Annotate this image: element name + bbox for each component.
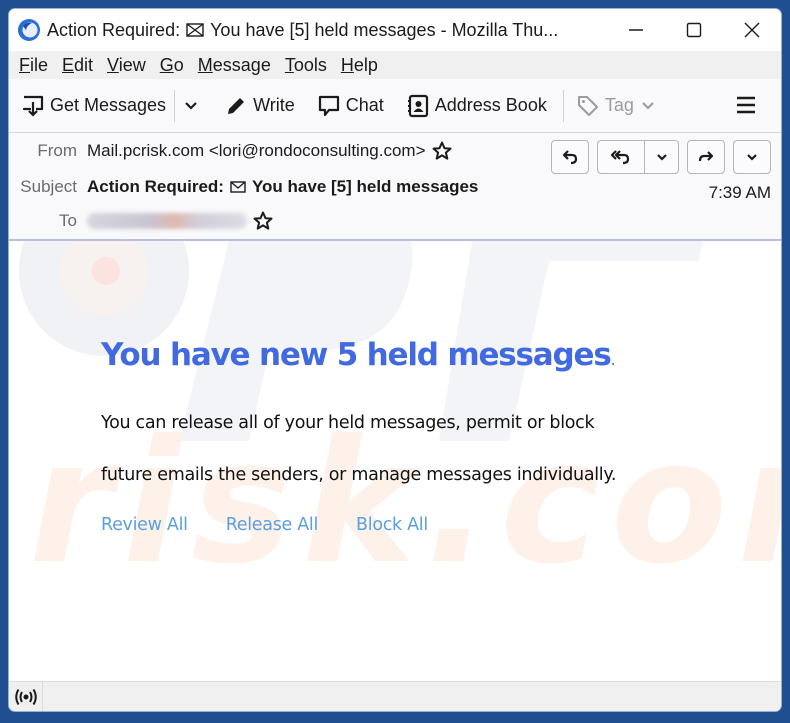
chat-button[interactable]: Chat [317,94,384,118]
release-all-link[interactable]: Release All [226,515,319,535]
message-actions [543,140,771,174]
reply-button[interactable] [551,140,589,174]
title-bar: Action Required: You have [5] held messa… [9,9,781,51]
email-content: You have new 5 held messages. You can re… [101,337,617,535]
to-value-redacted[interactable] [87,213,247,229]
message-header: From Mail.pcrisk.com <lori@rondoconsulti… [9,133,781,241]
tag-icon [577,95,598,116]
subject-prefix: Action Required: [87,177,224,196]
envelope-icon [230,181,246,193]
write-label: Write [253,95,295,115]
menu-label: ools [293,54,327,75]
forward-icon [698,151,714,162]
menu-label: dit [74,54,94,75]
to-row: To [9,211,273,231]
chevron-down-icon [185,101,197,110]
maximize-icon [686,22,702,38]
tag-button[interactable]: Tag [576,94,661,118]
envelope-icon [186,23,204,37]
get-messages-label: Get Messages [50,95,167,115]
thunderbird-window: Action Required: You have [5] held messa… [8,8,782,712]
toolbar-separator [174,89,176,122]
online-status-button[interactable] [9,681,43,711]
menu-go[interactable]: Go [160,55,184,76]
close-button[interactable] [723,9,781,51]
chat-label: Chat [345,95,384,115]
message-date: 7:39 AM [708,183,771,202]
menu-bar: File Edit View Go Message Tools Help [9,51,781,79]
menu-label: o [173,54,184,75]
from-label: From [37,141,77,160]
get-messages-button[interactable]: Get Messages [21,94,166,118]
title-prefix: Action Required: [47,19,181,40]
minimize-icon [629,29,643,31]
email-action-links: Review All Release All Block All [101,515,616,535]
get-messages-icon [22,95,44,117]
block-all-link[interactable]: Block All [356,515,428,535]
reply-all-button[interactable] [598,141,644,173]
menu-label: essage [212,54,271,75]
subject-suffix: You have [5] held messages [251,177,479,196]
menu-accel: H [340,54,354,75]
menu-accel: F [19,54,30,75]
menu-accel: V [107,54,119,75]
menu-help[interactable]: Help [341,55,378,76]
maximize-button[interactable] [665,9,723,51]
message-body: risk.com You have new 5 held messages. Y… [9,241,781,681]
to-label: To [59,211,77,230]
email-paragraph-1: You can release all of your held message… [101,413,595,433]
chevron-down-icon [747,154,757,161]
star-icon[interactable] [432,141,452,161]
toolbar-separator [562,89,564,122]
email-headline: You have new 5 held messages. [101,337,616,373]
menu-tools[interactable]: Tools [285,55,327,76]
from-value[interactable]: Mail.pcrisk.com <lori@rondoconsulting.co… [87,141,426,161]
subject-row: Subject Action Required: You have [5] he… [9,177,478,197]
chat-icon [318,95,339,116]
address-book-icon [407,94,428,117]
main-toolbar: Get Messages Write Chat Address Book Tag [9,79,781,133]
subject-label: Subject [20,177,77,196]
tag-label: Tag [604,95,634,115]
reply-icon [562,150,578,165]
chevron-down-icon [642,101,654,109]
minimize-button[interactable] [607,9,665,51]
menu-file[interactable]: File [19,55,48,76]
address-book-label: Address Book [434,95,547,115]
review-all-link[interactable]: Review All [101,515,188,535]
reply-all-icon [610,150,630,165]
status-bar [9,681,781,711]
title-suffix: You have [5] held messages - Mozilla Thu… [210,19,559,40]
menu-label: ile [30,54,49,75]
from-row: From Mail.pcrisk.com <lori@rondoconsulti… [9,141,452,161]
menu-accel: G [159,54,174,75]
email-paragraph-2: future emails the senders, or manage mes… [101,465,617,485]
menu-label: iew [118,54,146,75]
headline-dot: . [610,350,616,369]
menu-accel: T [284,54,294,75]
menu-view[interactable]: View [107,55,146,76]
address-book-button[interactable]: Address Book [406,94,547,118]
get-messages-dropdown[interactable] [183,98,204,114]
reply-all-dropdown[interactable] [644,141,678,173]
star-icon[interactable] [253,211,273,231]
app-menu-button[interactable] [735,94,757,121]
thunderbird-logo-icon [18,19,40,41]
more-actions-button[interactable] [733,140,771,174]
chevron-down-icon [656,154,667,161]
reply-all-split-button [597,140,679,174]
menu-accel: E [62,54,75,75]
headline-text: You have new 5 held messages [101,337,612,373]
menu-label: elp [353,54,378,75]
broadcast-icon [14,688,37,705]
menu-accel: M [197,54,213,75]
close-icon [744,22,760,38]
menu-message[interactable]: Message [198,55,271,76]
forward-button[interactable] [687,140,725,174]
menu-edit[interactable]: Edit [62,55,93,76]
hamburger-menu-icon [737,96,755,114]
window-title: Action Required: You have [5] held messa… [47,20,558,41]
pencil-icon [228,97,245,114]
write-button[interactable]: Write [224,94,295,118]
